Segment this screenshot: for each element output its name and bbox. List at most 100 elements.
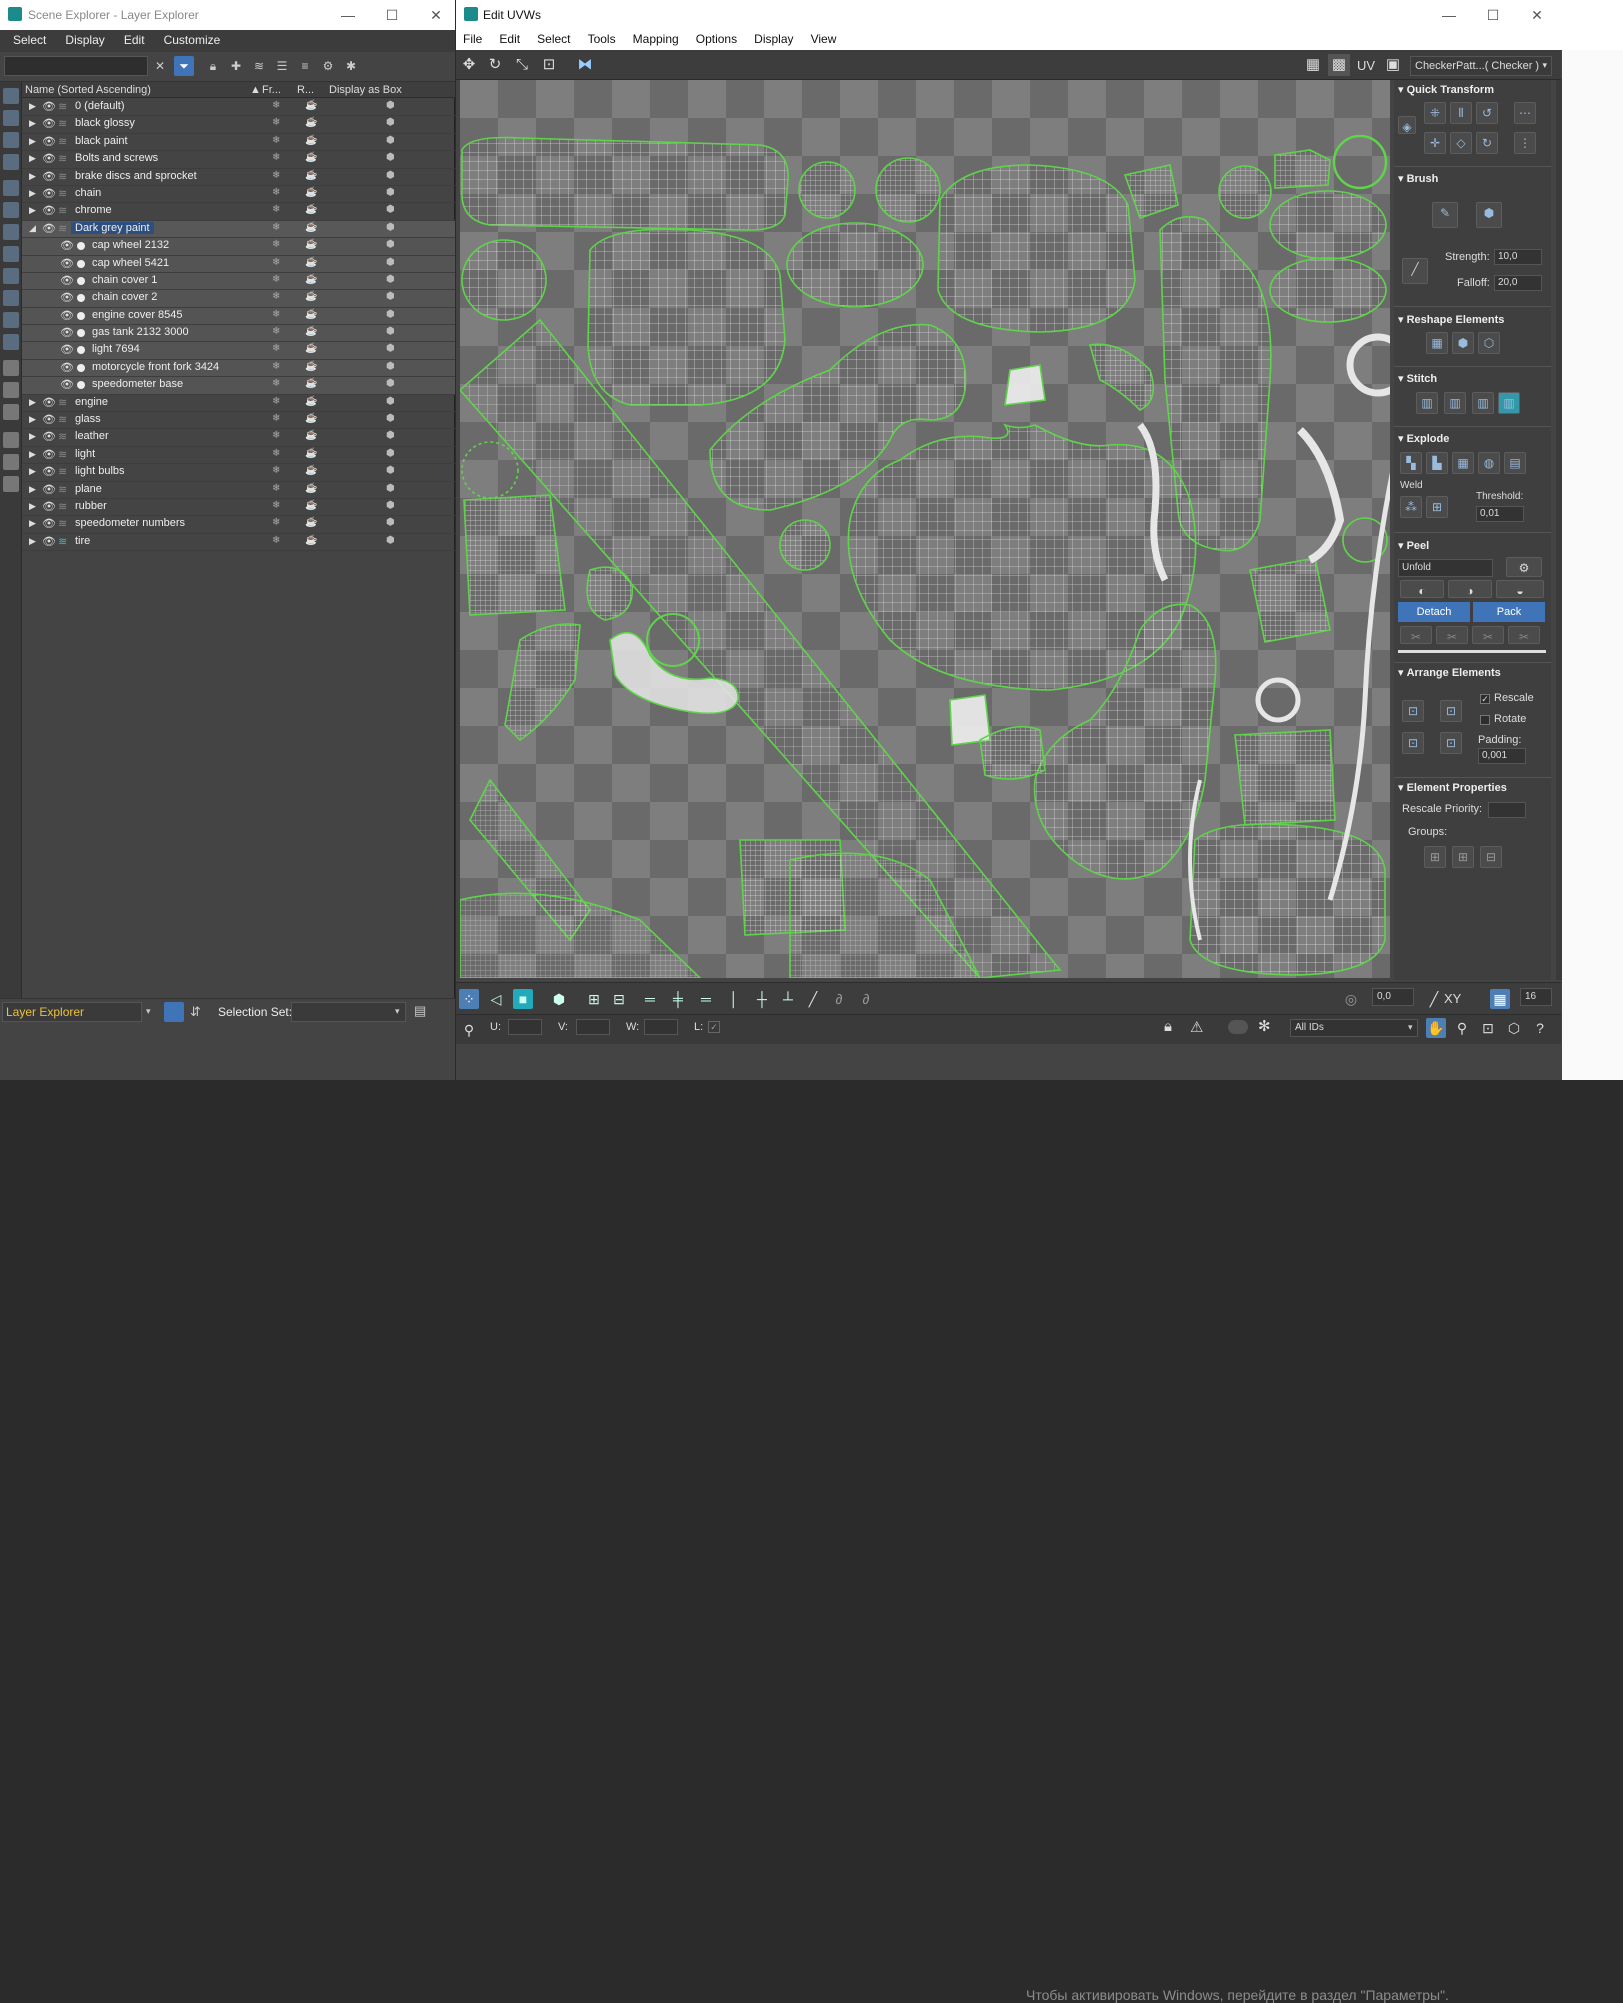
peel-reset-icon[interactable]: ◒ [1496, 580, 1544, 598]
expand-arrow-icon[interactable]: ▶ [29, 449, 36, 460]
display-as-box-icon[interactable]: ⬢ [386, 413, 395, 424]
object-row[interactable]: 👁︎ cap wheel 2132 ❄ ☕ ⬢ [22, 238, 455, 256]
weld-selected-icon[interactable]: ⁂ [1400, 496, 1422, 518]
unpin-edges-icon[interactable]: ✂ [1508, 626, 1540, 644]
zoom-region-icon[interactable]: ⊡ [1478, 1018, 1498, 1038]
quick-transform-title[interactable]: Quick Transform [1398, 83, 1494, 96]
set-current-layer-icon[interactable]: ≡ [295, 56, 315, 76]
rotate-checkbox[interactable] [1480, 715, 1490, 725]
edge-select-icon[interactable]: ◁ [486, 989, 506, 1009]
display-groups-icon[interactable] [3, 224, 19, 240]
texture-dropdown[interactable]: CheckerPatt...( Checker ) ▾ [1410, 56, 1552, 76]
display-helpers-icon[interactable] [3, 180, 19, 196]
display-as-box-icon[interactable]: ⬢ [386, 500, 395, 511]
peel-mode-icon[interactable]: ◑ [1448, 580, 1492, 598]
object-row[interactable]: 👁︎ engine cover 8545 ❄ ☕ ⬢ [22, 307, 455, 326]
display-all-icon[interactable] [3, 360, 19, 376]
display-cameras-icon[interactable] [3, 154, 19, 170]
render-icon[interactable]: ☕ [305, 517, 317, 528]
relax-brush-icon[interactable]: ⬢ [1476, 202, 1502, 228]
menu-select[interactable]: Select [5, 30, 54, 50]
maximize-icon[interactable]: ☐ [370, 4, 414, 26]
layer-tree-icon[interactable]: ✱ [341, 56, 361, 76]
expand-arrow-icon[interactable]: ▶ [29, 153, 36, 164]
menu-display[interactable]: Display [57, 30, 112, 50]
visibility-eye-icon[interactable]: 👁︎ [42, 396, 56, 409]
pin-icon[interactable]: ✂ [1400, 626, 1432, 644]
stitch-to-source-icon[interactable]: ▥ [1444, 392, 1466, 414]
strength-spinner[interactable]: 10,0 [1494, 249, 1542, 265]
display-lights-icon[interactable] [3, 132, 19, 148]
freeze-icon[interactable]: ❄ [272, 152, 280, 163]
display-geometry-icon[interactable] [3, 88, 19, 104]
explode-angle-icon[interactable]: ◍ [1478, 452, 1500, 474]
display-as-box-icon[interactable]: ⬢ [386, 309, 395, 320]
object-row[interactable]: 👁︎ chain cover 1 ❄ ☕ ⬢ [22, 272, 455, 291]
clear-search-icon[interactable]: ✕ [150, 56, 170, 76]
display-as-box-icon[interactable]: ⬢ [386, 517, 395, 528]
filter-toggle-icon[interactable] [3, 432, 19, 448]
freeze-icon[interactable]: ❄ [272, 500, 280, 511]
space-vertical-icon[interactable]: ⋮ [1514, 132, 1536, 154]
display-as-box-icon[interactable]: ⬢ [386, 187, 395, 198]
freeze-icon[interactable]: ❄ [272, 187, 280, 198]
peel-settings-icon[interactable]: ⚙ [1506, 557, 1542, 577]
align-vertical-icon[interactable]: ⦀ [1450, 102, 1472, 124]
group-add-icon[interactable]: ⊞ [1452, 846, 1474, 868]
freeze-icon[interactable]: ❄ [272, 465, 280, 476]
funnel-icon[interactable] [3, 454, 19, 470]
chevron-down-icon[interactable]: ▾ [1408, 1022, 1413, 1033]
display-frozen-icon[interactable] [3, 312, 19, 328]
folder-icon[interactable] [3, 476, 19, 492]
align-horizontal-icon[interactable]: ⁜ [1424, 102, 1446, 124]
pack-button[interactable]: Pack [1473, 602, 1545, 622]
collapse-arrow-icon[interactable]: ◢ [29, 223, 36, 234]
scale-icon[interactable]: ⤡ [511, 54, 533, 76]
rescale-priority-spinner[interactable] [1488, 802, 1526, 818]
layer-row[interactable]: ▶ 👁︎ ≋ light bulbs ❄ ☕ ⬢ [22, 464, 455, 482]
edge-loop-icon[interactable]: ═ [696, 989, 716, 1009]
render-icon[interactable]: ☕ [305, 396, 317, 407]
layer-row[interactable]: ▶ 👁︎ ≋ speedometer numbers ❄ ☕ ⬢ [22, 516, 455, 534]
display-hidden-icon[interactable] [3, 334, 19, 350]
brush-stroke-icon[interactable]: ╱ [1402, 258, 1428, 284]
layer-row[interactable]: ▶ 👁︎ ≋ Bolts and screws ❄ ☕ ⬢ [22, 151, 455, 169]
object-row[interactable]: 👁︎ speedometer base ❄ ☕ ⬢ [22, 377, 455, 395]
menu-customize[interactable]: Customize [156, 30, 229, 50]
straighten-icon[interactable]: ◇ [1450, 132, 1472, 154]
layer-row[interactable]: ▶ 👁︎ ≋ black glossy ❄ ☕ ⬢ [22, 116, 455, 134]
uv-viewport[interactable] [460, 80, 1390, 978]
menu-mapping[interactable]: Mapping [626, 30, 686, 48]
explode-smoothing-icon[interactable]: ▚ [1400, 452, 1422, 474]
expand-arrow-icon[interactable]: ▶ [29, 101, 36, 112]
freeze-icon[interactable]: ❄ [272, 413, 280, 424]
threshold-spinner[interactable]: 0,01 [1476, 506, 1524, 522]
display-bones-icon[interactable] [3, 268, 19, 284]
object-row[interactable]: 👁︎ light 7694 ❄ ☕ ⬢ [22, 342, 455, 360]
visibility-eye-icon[interactable]: 👁︎ [42, 465, 56, 478]
lock-icon[interactable]: 🔒︎ [1164, 1018, 1172, 1035]
pack-together-icon[interactable]: ⊡ [1440, 700, 1462, 722]
explode-material-icon[interactable]: ▙ [1426, 452, 1448, 474]
expand-arrow-icon[interactable]: ▶ [29, 466, 36, 477]
layer-row[interactable]: ▶ 👁︎ ≋ 0 (default) ❄ ☕ ⬢ [22, 99, 455, 117]
freeze-icon[interactable]: ❄ [272, 135, 280, 146]
render-icon[interactable]: ☕ [305, 326, 317, 337]
create-layer-icon[interactable]: ✚ [226, 56, 246, 76]
layer-row[interactable]: ▶ 👁︎ ≋ rubber ❄ ☕ ⬢ [22, 499, 455, 517]
texture-preview-icon[interactable]: ▣ [1382, 54, 1404, 76]
freeze-icon[interactable]: ❄ [272, 396, 280, 407]
display-as-box-icon[interactable]: ⬢ [386, 204, 395, 215]
freeze-icon[interactable]: ❄ [272, 309, 280, 320]
display-as-box-icon[interactable]: ⬢ [386, 239, 395, 250]
select-objects-icon[interactable]: ☰ [272, 56, 292, 76]
freeze-icon[interactable]: ❄ [272, 170, 280, 181]
paint-grow-icon[interactable]: ∂ [829, 989, 849, 1009]
vertex-select-icon[interactable]: ⁘ [459, 989, 479, 1009]
quick-peel-icon[interactable]: ◐ [1400, 580, 1444, 598]
absolute-mode-icon[interactable]: ⚲ [459, 1020, 479, 1040]
layer-row[interactable]: ◢ 👁︎ ≋ Dark grey paint ❄ ☕ ⬢ [22, 220, 455, 239]
pixel-snap-icon[interactable]: ╱ [1424, 989, 1444, 1009]
selection-set-dropdown[interactable] [291, 1002, 406, 1022]
align-center-icon[interactable]: ✛ [1424, 132, 1446, 154]
